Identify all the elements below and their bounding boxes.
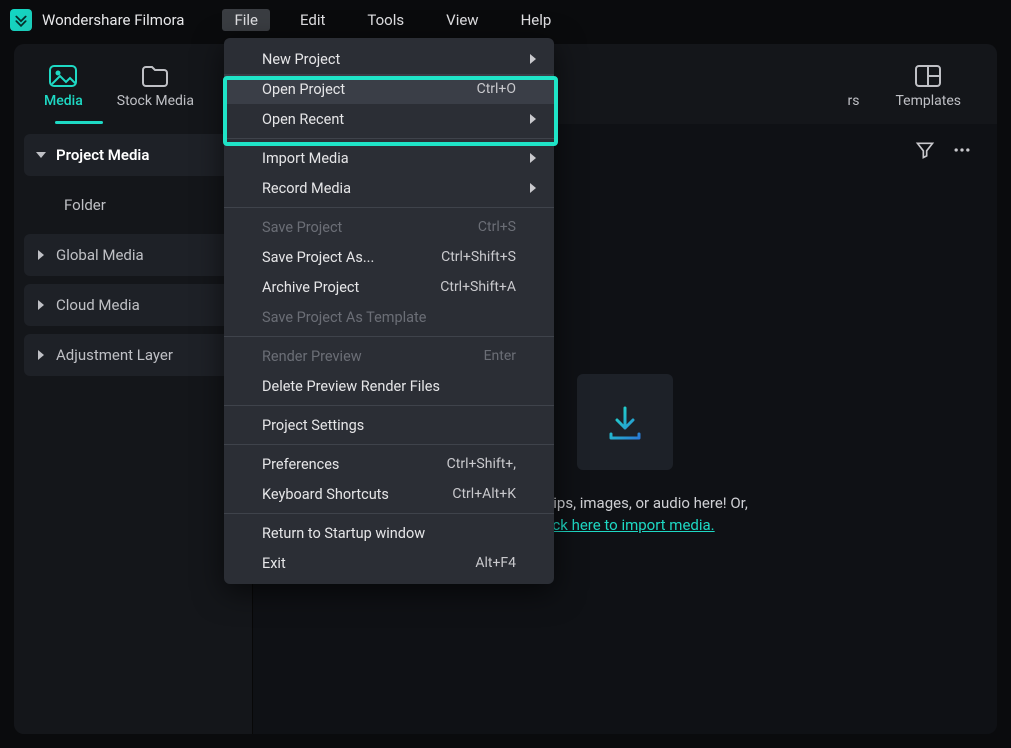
menu-item-shortcut: Ctrl+O (477, 81, 516, 97)
menubar-item-view[interactable]: View (434, 9, 490, 31)
menu-item-archive-project[interactable]: Archive Project Ctrl+Shift+A (224, 272, 554, 302)
chevron-right-icon (38, 350, 44, 360)
chevron-right-icon (530, 54, 536, 64)
filter-icon[interactable] (915, 140, 935, 160)
more-icon[interactable] (951, 140, 973, 160)
sidebar-item-label: Cloud Media (56, 296, 140, 314)
menu-item-render-preview: Render Preview Enter (224, 341, 554, 371)
sidebar-item-project-media[interactable]: Project Media (24, 134, 242, 176)
menu-item-shortcut: Ctrl+Shift+, (447, 456, 516, 472)
menu-item-open-recent[interactable]: Open Recent (224, 104, 554, 134)
app-logo-title: Wondershare Filmora (10, 9, 184, 31)
menu-item-label: Project Settings (262, 417, 364, 434)
menu-item-label: Render Preview (262, 348, 362, 365)
sidebar-item-label: Project Media (56, 146, 149, 164)
sidebar-item-adjustment-layer[interactable]: Adjustment Layer (24, 334, 242, 376)
import-icon (577, 374, 673, 470)
menu-item-import-media[interactable]: Import Media (224, 143, 554, 173)
menu-item-label: Open Project (262, 81, 345, 98)
sidebar-item-label: Adjustment Layer (56, 346, 173, 364)
tab-partial[interactable]: rs (840, 59, 868, 109)
tab-media[interactable]: Media (44, 59, 83, 109)
sidebar-item-label: Global Media (56, 246, 144, 264)
menu-item-preferences[interactable]: Preferences Ctrl+Shift+, (224, 449, 554, 479)
menu-separator (224, 405, 554, 406)
menu-item-label: Open Recent (262, 111, 344, 128)
menu-item-open-project[interactable]: Open Project Ctrl+O (224, 74, 554, 104)
app-logo-icon (10, 9, 32, 31)
chevron-down-icon (36, 152, 46, 158)
menu-item-label: Record Media (262, 180, 351, 197)
menu-item-label: Exit (262, 555, 286, 572)
partial-icon (840, 65, 868, 87)
menu-item-return-to-startup-window[interactable]: Return to Startup window (224, 518, 554, 548)
sidebar: Project Media Folder Global Media Cloud … (14, 124, 252, 734)
menu-item-save-project: Save Project Ctrl+S (224, 212, 554, 242)
menu-item-delete-preview-render-files[interactable]: Delete Preview Render Files (224, 371, 554, 401)
menubar: Wondershare Filmora File Edit Tools View… (0, 0, 1011, 40)
menu-item-save-project-as-template: Save Project As Template (224, 302, 554, 332)
chevron-right-icon (530, 153, 536, 163)
tab-underline (55, 121, 103, 124)
menu-item-project-settings[interactable]: Project Settings (224, 410, 554, 440)
chevron-right-icon (530, 183, 536, 193)
menu-item-label: Save Project (262, 219, 342, 236)
chevron-right-icon (38, 300, 44, 310)
menu-separator (224, 513, 554, 514)
image-icon (49, 65, 77, 87)
menu-item-label: Delete Preview Render Files (262, 378, 440, 395)
menu-item-label: Return to Startup window (262, 525, 425, 542)
menubar-item-file[interactable]: File (222, 9, 270, 31)
sidebar-item-cloud-media[interactable]: Cloud Media (24, 284, 242, 326)
menu-separator (224, 207, 554, 208)
menu-item-label: Archive Project (262, 279, 359, 296)
sidebar-item-global-media[interactable]: Global Media (24, 234, 242, 276)
chevron-right-icon (38, 250, 44, 260)
menu-item-label: Keyboard Shortcuts (262, 486, 389, 503)
app-title: Wondershare Filmora (42, 11, 184, 29)
menubar-item-tools[interactable]: Tools (355, 9, 416, 31)
menu-item-shortcut: Enter (484, 348, 516, 364)
sidebar-item-label: Folder (64, 196, 106, 214)
sidebar-item-folder[interactable]: Folder (24, 184, 242, 226)
menu-item-label: Preferences (262, 456, 339, 473)
import-media-link[interactable]: Click here to import media. (535, 516, 714, 534)
menu-item-shortcut: Ctrl+S (478, 219, 516, 235)
tab-stock-media-label: Stock Media (117, 93, 194, 109)
menu-item-exit[interactable]: Exit Alt+F4 (224, 548, 554, 578)
tab-stock-media[interactable]: Stock Media (117, 59, 194, 109)
menubar-item-edit[interactable]: Edit (288, 9, 337, 31)
menu-item-record-media[interactable]: Record Media (224, 173, 554, 203)
file-menu: New Project Open Project Ctrl+O Open Recent… (224, 38, 554, 584)
menu-separator (224, 336, 554, 337)
menu-item-save-project-as[interactable]: Save Project As... Ctrl+Shift+S (224, 242, 554, 272)
menu-item-shortcut: Ctrl+Alt+K (452, 486, 516, 502)
menu-item-shortcut: Ctrl+Shift+S (441, 249, 516, 265)
menu-item-label: Import Media (262, 150, 349, 167)
menu-item-shortcut: Ctrl+Shift+A (440, 279, 516, 295)
tab-media-label: Media (44, 93, 83, 109)
menu-item-new-project[interactable]: New Project (224, 44, 554, 74)
menu-item-label: New Project (262, 51, 340, 68)
menu-item-label: Save Project As Template (262, 309, 426, 326)
tab-partial-label: rs (848, 93, 860, 109)
menu-separator (224, 138, 554, 139)
template-icon (914, 65, 942, 87)
tab-templates[interactable]: Templates (896, 59, 962, 109)
menu-item-keyboard-shortcuts[interactable]: Keyboard Shortcuts Ctrl+Alt+K (224, 479, 554, 509)
chevron-right-icon (530, 114, 536, 124)
folder-icon (141, 65, 169, 87)
menu-item-label: Save Project As... (262, 249, 374, 266)
menu-item-shortcut: Alt+F4 (475, 555, 516, 571)
menubar-item-help[interactable]: Help (509, 9, 564, 31)
menu-separator (224, 444, 554, 445)
tab-templates-label: Templates (896, 93, 962, 109)
